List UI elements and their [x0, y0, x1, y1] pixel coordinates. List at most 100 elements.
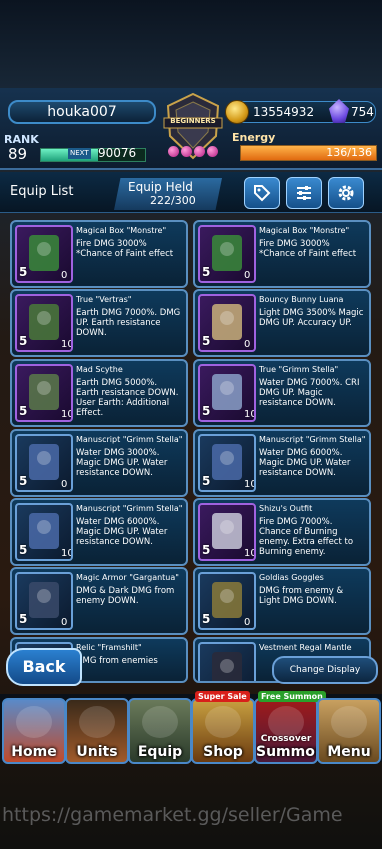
limit-count: 0: [61, 617, 68, 628]
enhance-level: 5: [19, 334, 28, 348]
rank-value: 89: [8, 145, 28, 163]
equip-description: Fire DMG 3000% *Chance of Faint effect: [259, 239, 357, 259]
list-title: Equip List: [10, 184, 74, 199]
gem-amount: 754: [351, 105, 374, 119]
limit-count: 0: [244, 270, 251, 281]
equip-description: Fire DMG 7000%. Chance of Burning enemy.…: [259, 517, 354, 557]
equip-card[interactable]: 5 10 Manuscript "Grimm Stella" Water DMG 60…: [193, 429, 371, 497]
equip-card[interactable]: 5 0 Goldias Goggles DMG from enemy & Light …: [193, 567, 371, 635]
change-display-button[interactable]: Change Display: [272, 656, 378, 684]
equip-card[interactable]: 5 10 Shizu's Outfit Fire DMG 7000%. Chance …: [193, 498, 371, 566]
limit-count: 0: [244, 339, 251, 350]
limit-count: 0: [244, 617, 251, 628]
equip-description: DMG from enemy & Light DMG DOWN.: [259, 586, 344, 606]
watermark: https://gamemarket.gg/seller/Game: [2, 804, 343, 826]
tag-icon: [254, 185, 271, 202]
settings-button[interactable]: [328, 177, 364, 209]
equip-card[interactable]: 5 10 True "Grimm Stella" Water DMG 7000%. C…: [193, 359, 371, 427]
enhance-level: 5: [19, 265, 28, 279]
equip-card[interactable]: 5 0 Magic Armor "Gargantua" DMG & Dark DMG …: [10, 567, 188, 635]
energy-value: 136/136: [326, 146, 372, 159]
treasure-icon: [205, 706, 241, 738]
limit-count: 0: [61, 270, 68, 281]
enhance-level: 5: [202, 612, 211, 626]
equip-name: Manuscript "Grimm Stella": [259, 435, 366, 444]
equip-thumbnail: 50: [198, 225, 256, 283]
hero-icon: [79, 706, 115, 738]
equip-name: Magical Box "Monstre": [259, 226, 350, 235]
equip-card[interactable]: 5 0 Manuscript "Grimm Stella" Water DMG 300…: [10, 429, 188, 497]
equip-card[interactable]: 5 10 True "Vertras" Earth DMG 7000%. DMG UP…: [10, 289, 188, 357]
nav-sub-label: Crossover: [260, 734, 312, 744]
equip-name: Mad Scythe: [76, 365, 123, 374]
equip-name: Bouncy Bunny Luana: [259, 295, 344, 304]
equip-card[interactable]: 5 10 Mad Scythe Earth DMG 5000%. Earth resi…: [10, 359, 188, 427]
back-button[interactable]: Back: [6, 648, 82, 686]
equip-name: True "Vertras": [76, 295, 132, 304]
equip-held-count: 222/300: [150, 194, 196, 207]
nav-shop[interactable]: Shop: [191, 698, 255, 764]
equip-description: Water DMG 6000%. Magic DMG UP. Water res…: [259, 448, 351, 478]
equip-held-label: Equip Held: [128, 180, 193, 194]
equip-description: Earth DMG 7000%. DMG UP. Earth resistanc…: [76, 308, 181, 338]
enhance-level: 5: [202, 265, 211, 279]
equip-thumbnail: 50: [198, 294, 256, 352]
sort-button[interactable]: [286, 177, 322, 209]
limit-count: 0: [61, 479, 68, 490]
equip-thumbnail: 50: [15, 572, 73, 630]
equip-name: Manuscript "Grimm Stella": [76, 435, 183, 444]
orb-icon: [207, 146, 218, 157]
energy-label: Energy: [232, 131, 276, 144]
beginners-label: BEGINNERS: [170, 117, 216, 125]
equip-description: Fire DMG 3000% *Chance of Faint effect: [76, 239, 174, 259]
orb-icon: [181, 146, 192, 157]
nav-label: Units: [76, 744, 118, 760]
equip-thumbnail: 5 10: [198, 434, 256, 492]
gold-coin-icon: [225, 100, 249, 124]
house-icon: [16, 706, 52, 738]
equip-thumbnail: 50: [15, 225, 73, 283]
equip-card[interactable]: 5 0 Magical Box "Monstre" Fire DMG 3000% *C…: [10, 220, 188, 288]
stamina-orbs: [168, 146, 218, 164]
orb-icon: [168, 146, 179, 157]
currency-box: 13554932 754: [225, 99, 376, 124]
limit-count: 10: [61, 409, 73, 420]
orb-icon: [194, 146, 205, 157]
game-screen: houka007 BEGINNERS 13554932 754 RANK 89 …: [0, 0, 382, 849]
equip-name: Vestment Regal Mantle: [259, 643, 352, 652]
equip-name: Magic Armor "Gargantua": [76, 573, 179, 582]
nav-summon[interactable]: Crossover Summon: [254, 698, 318, 764]
nav-label: Equip: [137, 744, 183, 760]
nav-label: Shop: [203, 744, 243, 760]
nav-menu[interactable]: Menu: [317, 698, 381, 764]
equip-card[interactable]: 5 0 Magical Box "Monstre" Fire DMG 3000% *C…: [193, 220, 371, 288]
enhance-level: 5: [202, 404, 211, 418]
equipment-art-icon: [212, 652, 242, 681]
equip-card[interactable]: 5 0 Bouncy Bunny Luana Light DMG 3500% Magi…: [193, 289, 371, 357]
equip-thumbnail: 5 10: [198, 364, 256, 422]
equip-card[interactable]: 5 10 Manuscript "Grimm Stella" Water DMG 60…: [10, 498, 188, 566]
nav-equip[interactable]: Equip: [128, 698, 192, 764]
gem-icon: [329, 99, 349, 123]
sword-icon: [142, 706, 178, 738]
player-name[interactable]: houka007: [8, 100, 156, 124]
enhance-level: 5: [19, 543, 28, 557]
equip-description: Light DMG 3500% Magic DMG UP. Accuracy U…: [259, 308, 364, 328]
equip-description: DMG from enemies: [76, 656, 158, 666]
enhance-level: 5: [202, 334, 211, 348]
limit-count: 10: [61, 548, 73, 559]
nav-home[interactable]: Home: [2, 698, 66, 764]
enhance-level: 5: [19, 474, 28, 488]
equip-held-box: Equip Held 222/300: [114, 178, 222, 210]
tag-filter-button[interactable]: [244, 177, 280, 209]
limit-count: 10: [244, 409, 256, 420]
equip-thumbnail: 50: [198, 572, 256, 630]
equip-name: Relic "Framshilt": [76, 643, 142, 652]
equip-name: Manuscript "Grimm Stella": [76, 504, 183, 513]
nav-units[interactable]: Units: [65, 698, 129, 764]
equip-thumbnail: [198, 642, 256, 681]
limit-count: 10: [61, 339, 73, 350]
equip-thumbnail: 5 10: [15, 503, 73, 561]
equip-name: Goldias Goggles: [259, 573, 324, 582]
sliders-icon: [297, 186, 311, 200]
